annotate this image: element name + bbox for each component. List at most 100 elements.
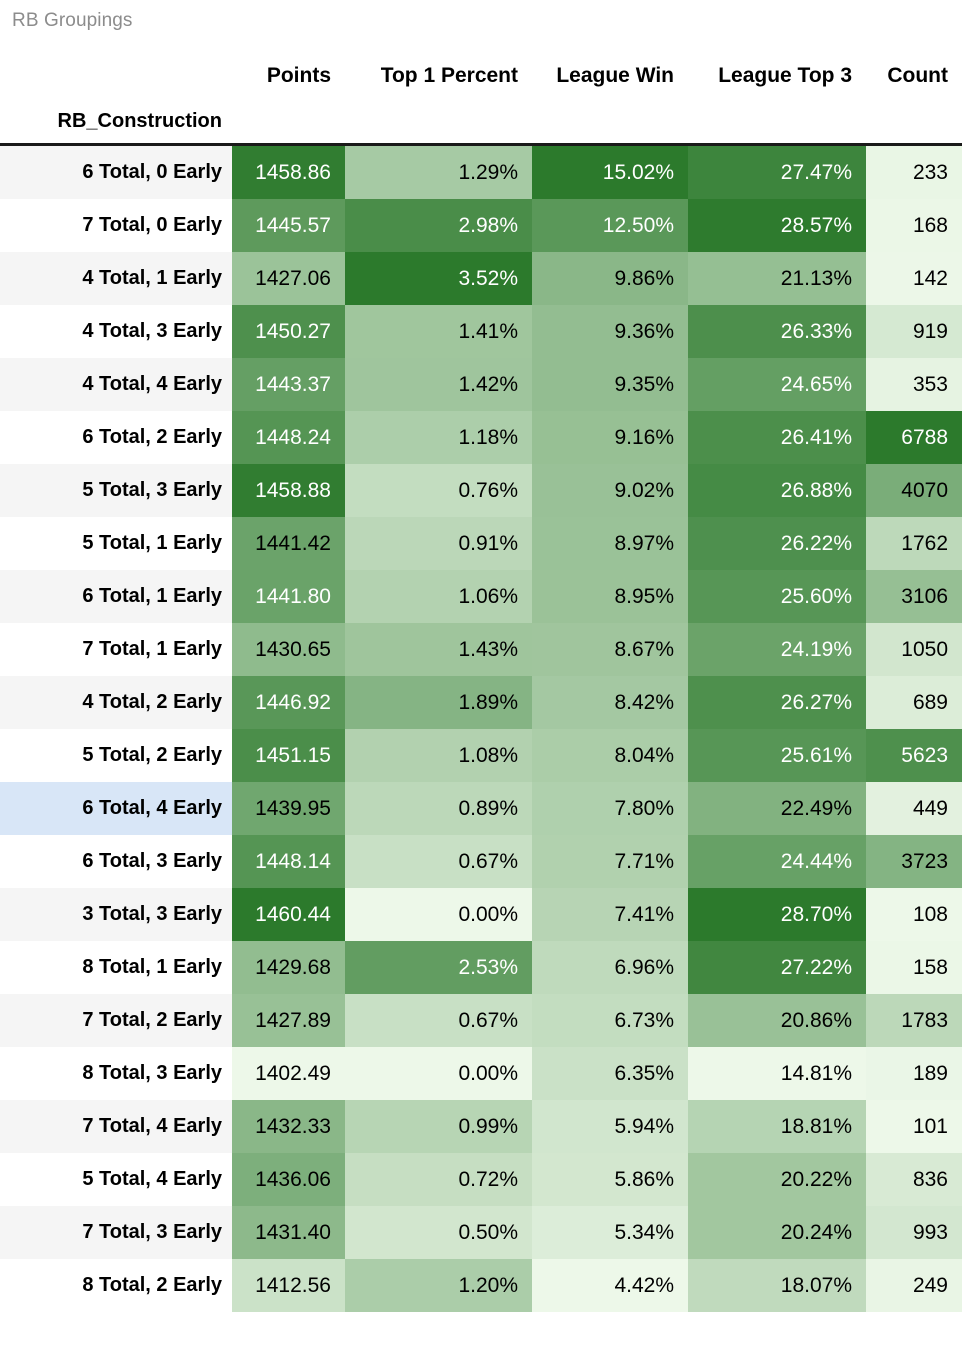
cell-league-top-3: 27.22% <box>688 941 866 994</box>
cell-count: 5623 <box>866 729 962 782</box>
cell-points: 1451.15 <box>232 729 345 782</box>
cell-count: 353 <box>866 358 962 411</box>
table-row[interactable]: 7 Total, 1 Early 1430.65 1.43% 8.67% 24.19% 1… <box>0 623 962 676</box>
cell-count: 249 <box>866 1259 962 1312</box>
cell-top-1-percent: 1.20% <box>345 1259 532 1312</box>
cell-points: 1448.24 <box>232 411 345 464</box>
cell-points: 1445.57 <box>232 199 345 252</box>
table-row[interactable]: 3 Total, 3 Early 1460.44 0.00% 7.41% 28.70% 1… <box>0 888 962 941</box>
cell-league-top-3: 21.13% <box>688 252 866 305</box>
column-header-league-win[interactable]: League Win <box>532 56 688 98</box>
cell-count: 168 <box>866 199 962 252</box>
column-header-count[interactable]: Count <box>866 56 962 98</box>
cell-top-1-percent: 0.91% <box>345 517 532 570</box>
table-row[interactable]: 7 Total, 4 Early 1432.33 0.99% 5.94% 18.81% 1… <box>0 1100 962 1153</box>
table-row[interactable]: 6 Total, 2 Early 1448.24 1.18% 9.16% 26.41% 6… <box>0 411 962 464</box>
cell-league-win: 5.34% <box>532 1206 688 1259</box>
table-row[interactable]: 8 Total, 1 Early 1429.68 2.53% 6.96% 27.22% 1… <box>0 941 962 994</box>
cell-top-1-percent: 0.00% <box>345 888 532 941</box>
row-label[interactable]: 7 Total, 1 Early <box>0 623 232 676</box>
cell-points: 1443.37 <box>232 358 345 411</box>
cell-league-win: 9.02% <box>532 464 688 517</box>
table-body: 6 Total, 0 Early 1458.86 1.29% 15.02% 27.47%… <box>0 144 962 1312</box>
row-label[interactable]: 8 Total, 3 Early <box>0 1047 232 1100</box>
cell-league-win: 6.35% <box>532 1047 688 1100</box>
table-row[interactable]: 8 Total, 3 Early 1402.49 0.00% 6.35% 14.81% 1… <box>0 1047 962 1100</box>
cell-league-top-3: 20.22% <box>688 1153 866 1206</box>
cell-count: 101 <box>866 1100 962 1153</box>
table-row[interactable]: 6 Total, 4 Early 1439.95 0.89% 7.80% 22.49% 4… <box>0 782 962 835</box>
row-label[interactable]: 5 Total, 1 Early <box>0 517 232 570</box>
cell-count: 836 <box>866 1153 962 1206</box>
table-row[interactable]: 7 Total, 3 Early 1431.40 0.50% 5.34% 20.24% 9… <box>0 1206 962 1259</box>
cell-points: 1412.56 <box>232 1259 345 1312</box>
row-label[interactable]: 4 Total, 1 Early <box>0 252 232 305</box>
row-label[interactable]: 6 Total, 2 Early <box>0 411 232 464</box>
table-row[interactable]: 4 Total, 2 Early 1446.92 1.89% 8.42% 26.27% 6… <box>0 676 962 729</box>
cell-points: 1430.65 <box>232 623 345 676</box>
table-row[interactable]: 4 Total, 3 Early 1450.27 1.41% 9.36% 26.33% 9… <box>0 305 962 358</box>
table-header: Points Top 1 Percent League Win League T… <box>0 56 962 146</box>
cell-league-win: 9.16% <box>532 411 688 464</box>
rule-cell-top1 <box>345 98 532 146</box>
column-header-points[interactable]: Points <box>232 56 345 98</box>
cell-league-win: 12.50% <box>532 199 688 252</box>
cell-points: 1432.33 <box>232 1100 345 1153</box>
cell-league-win: 5.94% <box>532 1100 688 1153</box>
row-label[interactable]: 5 Total, 2 Early <box>0 729 232 782</box>
table-row[interactable]: 7 Total, 2 Early 1427.89 0.67% 6.73% 20.86% 1… <box>0 994 962 1047</box>
cell-count: 919 <box>866 305 962 358</box>
cell-league-top-3: 24.19% <box>688 623 866 676</box>
cell-points: 1436.06 <box>232 1153 345 1206</box>
table-caption: RB Groupings <box>12 10 133 31</box>
column-header-league-top-3[interactable]: League Top 3 <box>688 56 866 98</box>
cell-points: 1458.86 <box>232 144 345 199</box>
cell-top-1-percent: 1.41% <box>345 305 532 358</box>
row-label[interactable]: 7 Total, 4 Early <box>0 1100 232 1153</box>
row-label[interactable]: 7 Total, 2 Early <box>0 994 232 1047</box>
cell-count: 449 <box>866 782 962 835</box>
row-label[interactable]: 5 Total, 4 Early <box>0 1153 232 1206</box>
rule-cell-points <box>232 98 345 146</box>
table-row[interactable]: 4 Total, 1 Early 1427.06 3.52% 9.86% 21.13% 1… <box>0 252 962 305</box>
table-row[interactable]: 5 Total, 4 Early 1436.06 0.72% 5.86% 20.22% 8… <box>0 1153 962 1206</box>
row-label[interactable]: 4 Total, 4 Early <box>0 358 232 411</box>
row-label[interactable]: 6 Total, 0 Early <box>0 144 232 199</box>
rule-cell-ltop3 <box>688 98 866 146</box>
table-row[interactable]: 5 Total, 2 Early 1451.15 1.08% 8.04% 25.61% 5… <box>0 729 962 782</box>
cell-league-top-3: 28.70% <box>688 888 866 941</box>
table-row[interactable]: 5 Total, 1 Early 1441.42 0.91% 8.97% 26.22% 1… <box>0 517 962 570</box>
row-label[interactable]: 8 Total, 2 Early <box>0 1259 232 1312</box>
rule-cell-lwin <box>532 98 688 146</box>
cell-league-top-3: 25.61% <box>688 729 866 782</box>
cell-points: 1402.49 <box>232 1047 345 1100</box>
table-row[interactable]: 6 Total, 0 Early 1458.86 1.29% 15.02% 27.47%… <box>0 144 962 199</box>
cell-league-win: 8.97% <box>532 517 688 570</box>
cell-league-win: 7.71% <box>532 835 688 888</box>
row-label[interactable]: 4 Total, 3 Early <box>0 305 232 358</box>
table-row[interactable]: 6 Total, 1 Early 1441.80 1.06% 8.95% 25.60% 3… <box>0 570 962 623</box>
index-name-label: RB_Construction <box>0 98 232 146</box>
cell-points: 1458.88 <box>232 464 345 517</box>
row-label[interactable]: 7 Total, 3 Early <box>0 1206 232 1259</box>
row-label[interactable]: 6 Total, 4 Early <box>0 782 232 835</box>
row-label[interactable]: 7 Total, 0 Early <box>0 199 232 252</box>
cell-count: 189 <box>866 1047 962 1100</box>
column-header-top-1-percent[interactable]: Top 1 Percent <box>345 56 532 98</box>
table-row[interactable]: 5 Total, 3 Early 1458.88 0.76% 9.02% 26.88% 4… <box>0 464 962 517</box>
table-row[interactable]: 4 Total, 4 Early 1443.37 1.42% 9.35% 24.65% 3… <box>0 358 962 411</box>
row-label[interactable]: 4 Total, 2 Early <box>0 676 232 729</box>
row-label[interactable]: 6 Total, 3 Early <box>0 835 232 888</box>
cell-count: 142 <box>866 252 962 305</box>
row-label[interactable]: 8 Total, 1 Early <box>0 941 232 994</box>
cell-league-win: 8.67% <box>532 623 688 676</box>
row-label[interactable]: 3 Total, 3 Early <box>0 888 232 941</box>
row-label[interactable]: 6 Total, 1 Early <box>0 570 232 623</box>
cell-top-1-percent: 1.08% <box>345 729 532 782</box>
table-row[interactable]: 7 Total, 0 Early 1445.57 2.98% 12.50% 28.57%… <box>0 199 962 252</box>
cell-league-top-3: 26.88% <box>688 464 866 517</box>
row-label[interactable]: 5 Total, 3 Early <box>0 464 232 517</box>
table-row[interactable]: 8 Total, 2 Early 1412.56 1.20% 4.42% 18.07% 2… <box>0 1259 962 1312</box>
table-row[interactable]: 6 Total, 3 Early 1448.14 0.67% 7.71% 24.44% 3… <box>0 835 962 888</box>
cell-points: 1427.89 <box>232 994 345 1047</box>
